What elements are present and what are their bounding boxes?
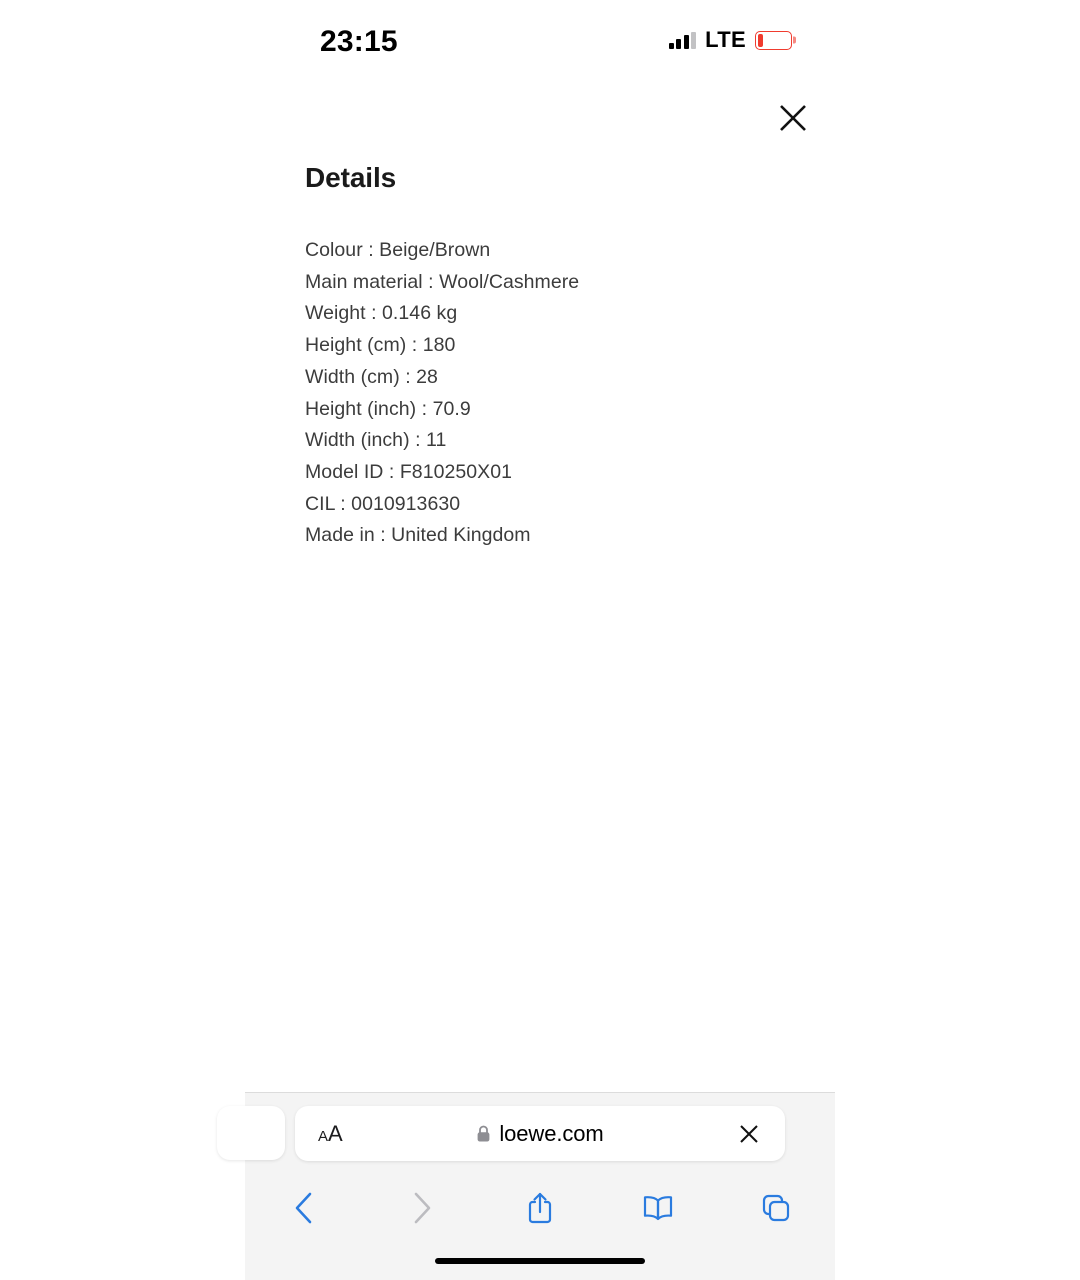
- status-bar-time: 23:15: [320, 25, 398, 58]
- address-bar-url: loewe.com: [499, 1120, 604, 1146]
- list-item: Main material : Wool/Cashmere: [305, 270, 580, 293]
- share-icon: [528, 1192, 552, 1224]
- text-size-aa-icon[interactable]: AA: [318, 1120, 343, 1146]
- list-item: Width (inch) : 11: [305, 429, 447, 452]
- chevron-right-icon: [414, 1192, 431, 1224]
- browser-tab-bar: AA loewe.com: [217, 1093, 835, 1173]
- text-size-small-a: A: [318, 1127, 329, 1145]
- cellular-signal-icon: [668, 31, 697, 49]
- tabs-icon: [762, 1194, 790, 1222]
- forward-button: [363, 1191, 481, 1225]
- close-icon[interactable]: [771, 96, 815, 140]
- list-item: Weight : 0.146 kg: [305, 302, 458, 325]
- list-item: Model ID : F810250X01: [305, 460, 513, 483]
- phone-screen: 23:15 LTE Details Colour : Beige/Brown M…: [0, 0, 1080, 1280]
- stop-loading-icon[interactable]: [733, 1118, 765, 1150]
- home-indicator: [435, 1258, 645, 1264]
- chevron-left-icon: [295, 1192, 312, 1224]
- book-icon: [643, 1196, 673, 1220]
- lock-icon: [477, 1125, 490, 1141]
- share-button[interactable]: [481, 1191, 599, 1225]
- list-item: Height (cm) : 180: [305, 334, 456, 357]
- list-item: Height (inch) : 70.9: [305, 397, 471, 420]
- browser-toolbar: [245, 1177, 835, 1239]
- status-bar-network-label: LTE: [705, 27, 746, 52]
- list-item: Made in : United Kingdom: [305, 524, 531, 547]
- battery-low-icon: [755, 30, 796, 50]
- details-list: Colour : Beige/Brown Main material : Woo…: [305, 235, 1080, 552]
- address-bar-content: loewe.com: [295, 1121, 785, 1147]
- bookmarks-button[interactable]: [599, 1194, 717, 1222]
- status-bar: 23:15 LTE: [0, 0, 1080, 78]
- list-item: Colour : Beige/Brown: [305, 239, 491, 261]
- back-button[interactable]: [245, 1191, 363, 1225]
- list-item: Width (cm) : 28: [305, 365, 438, 388]
- adjacent-tab[interactable]: [217, 1106, 285, 1160]
- page-title: Details: [305, 162, 397, 193]
- modal-header: [0, 78, 1080, 140]
- status-bar-indicators: LTE: [668, 27, 796, 53]
- address-bar[interactable]: AA loewe.com: [295, 1106, 785, 1161]
- text-size-large-a: A: [328, 1120, 343, 1146]
- tabs-button[interactable]: [717, 1193, 835, 1223]
- browser-chrome: AA loewe.com: [217, 1092, 835, 1280]
- page-content: Details Colour : Beige/Brown Main materi…: [0, 78, 1080, 552]
- list-item: CIL : 0010913630: [305, 492, 461, 515]
